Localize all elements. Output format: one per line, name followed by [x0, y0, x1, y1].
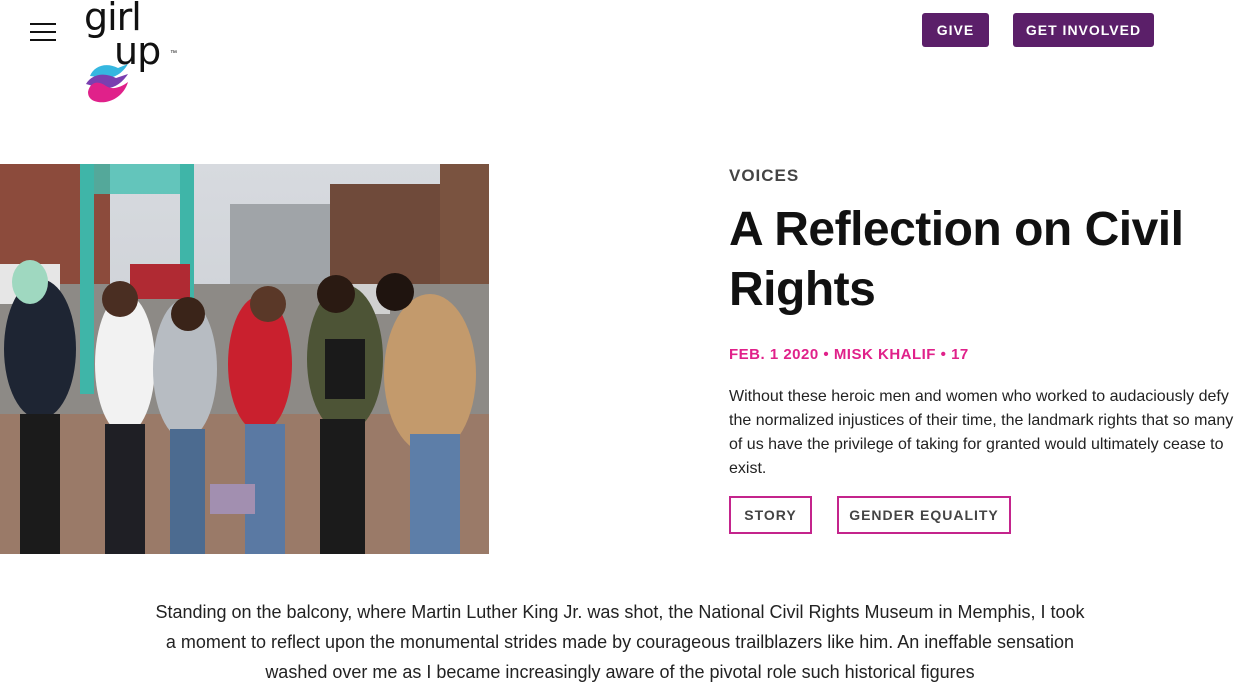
girl-up-logo[interactable]: girl up ™ — [84, 0, 184, 104]
article-meta: FEB. 1 2020 • MISK KHALIF • 17 — [729, 346, 969, 363]
article-hero-photo — [0, 164, 489, 554]
article-excerpt: Without these heroic men and women who w… — [729, 388, 1234, 477]
hamburger-menu-icon[interactable] — [30, 22, 56, 42]
article-title: A Reflection on Civil Rights — [729, 203, 1184, 316]
give-button[interactable]: GIVE — [922, 13, 989, 47]
group-photo-image — [0, 164, 489, 554]
tag-gender-equality[interactable]: GENDER EQUALITY — [837, 496, 1011, 534]
meta-separator: • — [935, 346, 952, 363]
get-involved-button[interactable]: GET INVOLVED — [1013, 13, 1154, 47]
logo-hand-icon — [86, 64, 128, 103]
article-date: FEB. 1 2020 — [729, 346, 819, 363]
logo-trademark: ™ — [170, 50, 177, 57]
meta-separator: • — [818, 346, 834, 363]
menu-bar — [30, 31, 56, 33]
menu-bar — [30, 39, 56, 41]
article-author[interactable]: MISK KHALIF — [834, 346, 936, 363]
article-count: 17 — [951, 346, 969, 363]
article-body: Standing on the balcony, where Martin Lu… — [155, 602, 1085, 682]
tag-story[interactable]: STORY — [729, 496, 812, 534]
article-category[interactable]: VOICES — [729, 166, 799, 186]
menu-bar — [30, 23, 56, 25]
